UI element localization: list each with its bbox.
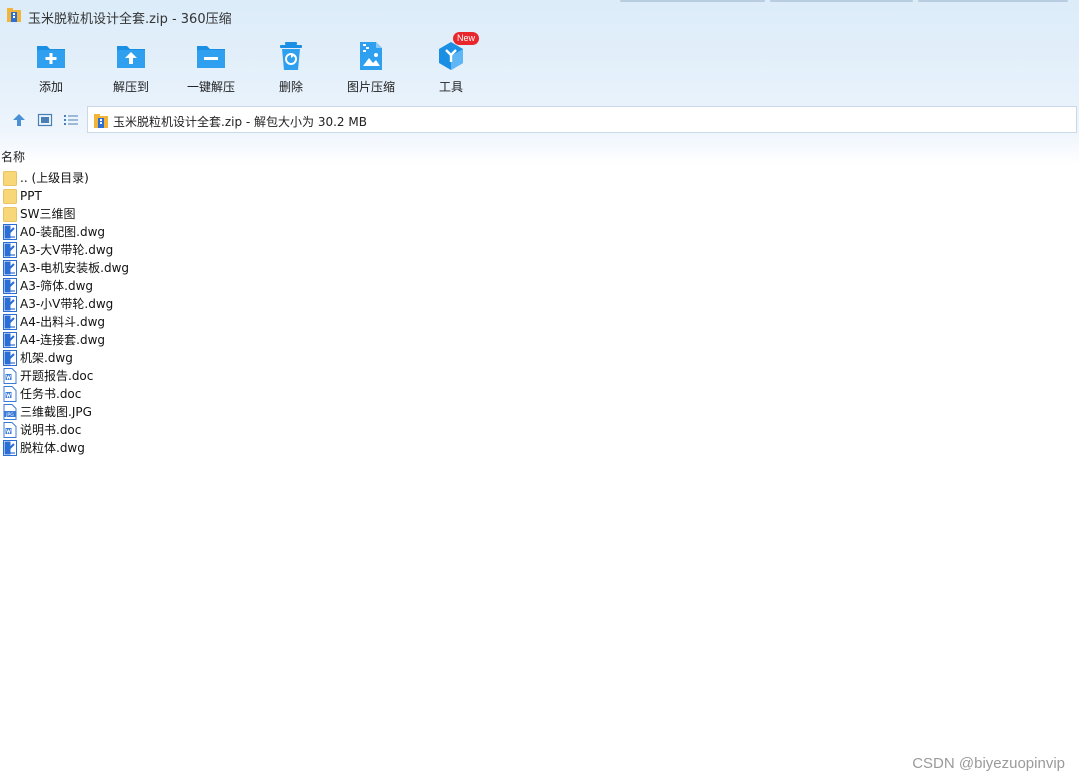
dwg-file-icon (3, 350, 17, 366)
doc-file-icon (3, 386, 17, 402)
folder-row[interactable]: PPT (0, 187, 600, 205)
file-name: PPT (20, 189, 42, 203)
dwg-file-icon (3, 314, 17, 330)
column-name-label: 名称 (1, 150, 26, 164)
add-icon (37, 46, 65, 68)
one-click-extract-icon (197, 46, 225, 68)
watermark: CSDN @biyezuopinvip (912, 755, 1065, 772)
file-name: 机架.dwg (20, 351, 73, 365)
title-tab-strip (620, 0, 1079, 4)
folder-row[interactable]: SW三维图 (0, 205, 600, 223)
file-name: 三维截图.JPG (20, 405, 92, 419)
file-row[interactable]: A0-装配图.dwg (0, 223, 600, 241)
file-row[interactable]: JPG 三维截图.JPG (0, 403, 600, 421)
extract-to-label: 解压到 (112, 80, 149, 94)
app-window: 玉米脱粒机设计全套.zip - 360压缩 添加 解压到 一键解压 删除 图片压… (0, 0, 1079, 782)
file-row[interactable]: A4-连接套.dwg (0, 331, 600, 349)
delete-label: 删除 (278, 80, 303, 94)
file-name: A4-连接套.dwg (20, 333, 106, 347)
extract-to-button[interactable]: 解压到 (91, 36, 171, 98)
file-name: A4-出料斗.dwg (20, 315, 106, 329)
doc-file-icon (3, 422, 17, 438)
doc-file-icon (3, 368, 17, 384)
tools-label: 工具 (438, 80, 463, 94)
file-name: 任务书.doc (20, 387, 82, 401)
dwg-file-icon (3, 224, 17, 240)
folder-row[interactable]: .. (上级目录) (0, 169, 600, 187)
file-name: 说明书.doc (20, 423, 82, 437)
dwg-file-icon (3, 278, 17, 294)
one-click-extract-button[interactable]: 一键解压 (171, 36, 251, 98)
file-name: A0-装配图.dwg (20, 225, 106, 239)
folder-icon (3, 171, 17, 186)
file-row[interactable]: A3-大V带轮.dwg (0, 241, 600, 259)
up-arrow-icon[interactable] (11, 112, 27, 128)
file-name: A3-大V带轮.dwg (20, 243, 114, 257)
dwg-file-icon (3, 296, 17, 312)
file-list: .. (上级目录) PPT SW三维图 A0-装配图.dwg A3-大V带轮.dwg A3… (0, 169, 600, 457)
file-row[interactable]: 脱粒体.dwg (0, 439, 600, 457)
image-compress-icon (360, 42, 382, 70)
file-row[interactable]: 任务书.doc (0, 385, 600, 403)
file-name: A3-电机安装板.dwg (20, 261, 130, 275)
delete-icon (280, 42, 302, 70)
jpg-file-icon: JPG (3, 404, 17, 420)
list-view-icon[interactable] (63, 112, 79, 128)
file-row[interactable]: A3-小V带轮.dwg (0, 295, 600, 313)
archive-file-icon (94, 114, 108, 128)
extract-to-icon (117, 46, 145, 68)
archive-app-icon (7, 8, 21, 22)
window-title: 玉米脱粒机设计全套.zip - 360压缩 (28, 12, 232, 27)
dwg-file-icon (3, 440, 17, 456)
image-compress-label: 图片压缩 (346, 80, 395, 94)
file-name: A3-小V带轮.dwg (20, 297, 114, 311)
delete-button[interactable]: 删除 (251, 36, 331, 98)
navigation-bar: 玉米脱粒机设计全套.zip - 解包大小为 30.2 MB (0, 105, 1079, 135)
svg-text:JPG: JPG (5, 412, 14, 418)
file-row[interactable]: A4-出料斗.dwg (0, 313, 600, 331)
dwg-file-icon (3, 332, 17, 348)
thumbnail-view-icon[interactable] (37, 112, 53, 128)
address-bar[interactable]: 玉米脱粒机设计全套.zip - 解包大小为 30.2 MB (87, 106, 1077, 133)
file-row[interactable]: A3-电机安装板.dwg (0, 259, 600, 277)
file-row[interactable]: 说明书.doc (0, 421, 600, 439)
folder-icon (3, 207, 17, 222)
dwg-file-icon (3, 242, 17, 258)
add-button[interactable]: 添加 (11, 36, 91, 98)
tools-button[interactable]: New 工具 (411, 32, 491, 98)
file-name: .. (上级目录) (20, 171, 89, 185)
dwg-file-icon (3, 260, 17, 276)
column-header-name[interactable]: 名称 (0, 147, 200, 165)
image-compress-button[interactable]: 图片压缩 (331, 36, 411, 98)
file-name: 脱粒体.dwg (20, 441, 85, 455)
one-click-extract-label: 一键解压 (186, 80, 235, 94)
new-badge: New (453, 32, 480, 45)
file-row[interactable]: 机架.dwg (0, 349, 600, 367)
add-label: 添加 (38, 80, 63, 94)
address-text: 玉米脱粒机设计全套.zip - 解包大小为 30.2 MB (113, 115, 367, 129)
file-name: 开题报告.doc (20, 369, 94, 383)
file-name: SW三维图 (20, 207, 76, 221)
file-row[interactable]: 开题报告.doc (0, 367, 600, 385)
folder-icon (3, 189, 17, 204)
file-name: A3-筛体.dwg (20, 279, 94, 293)
file-row[interactable]: A3-筛体.dwg (0, 277, 600, 295)
title-bar: 玉米脱粒机设计全套.zip - 360压缩 (0, 0, 1079, 32)
toolbar: 添加 解压到 一键解压 删除 图片压缩 New 工具 (0, 32, 1079, 100)
